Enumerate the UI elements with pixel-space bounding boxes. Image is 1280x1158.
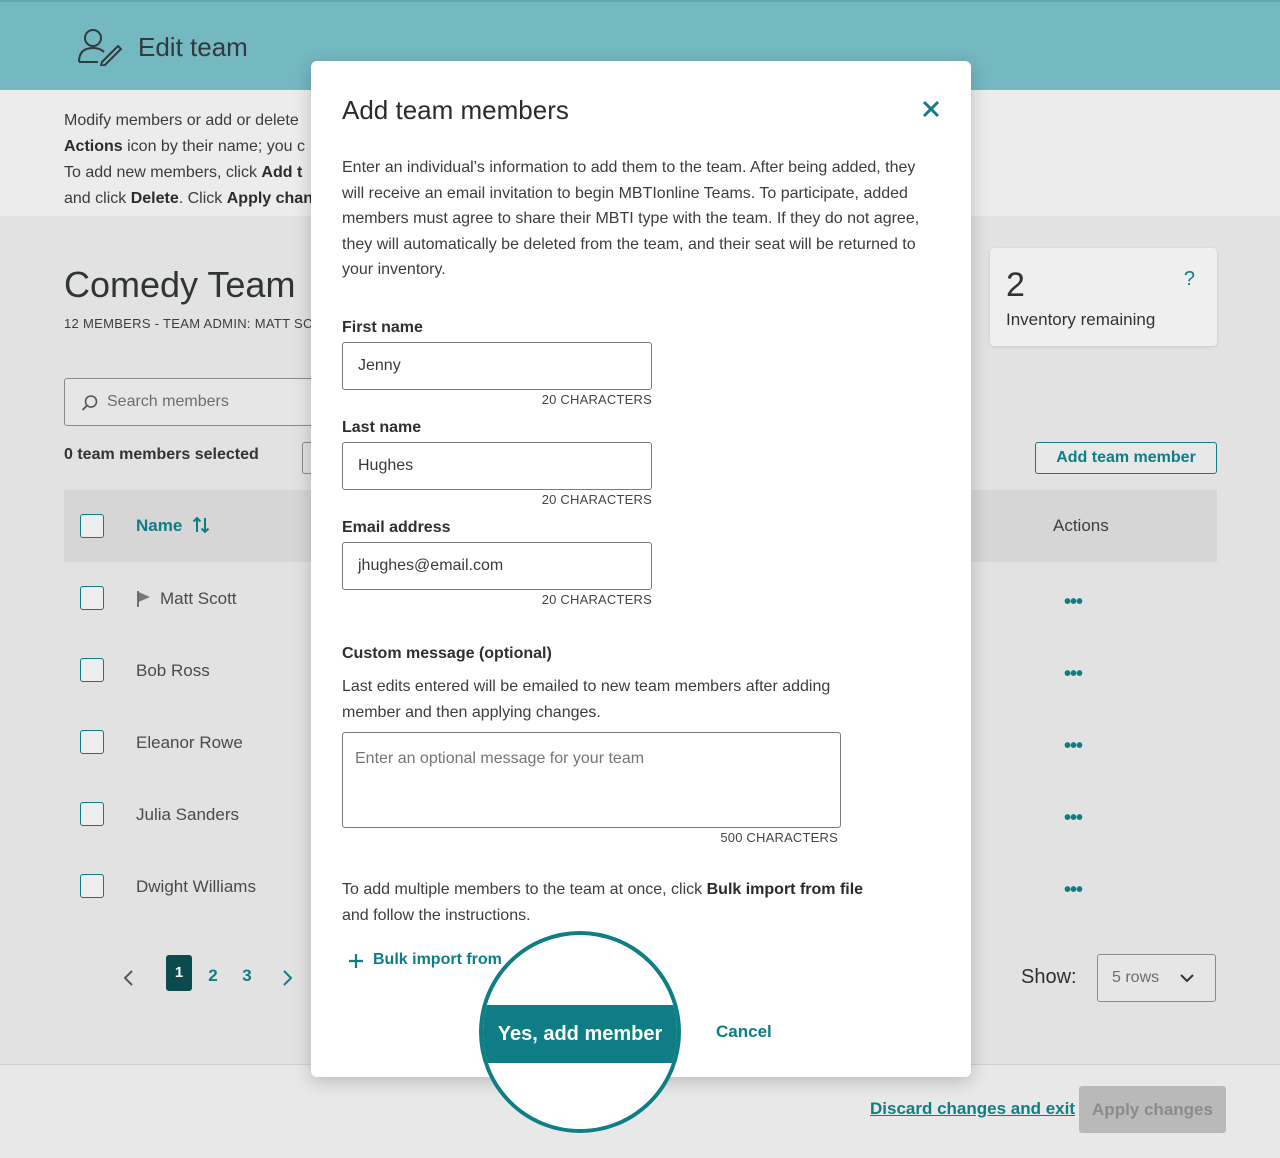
row-actions-icon[interactable]: ••• [1064,808,1083,828]
team-title: Comedy Team [64,264,296,305]
table-row: Dwight Williams [136,877,256,896]
team-meta: 12 MEMBERS - TEAM ADMIN: MATT SC [64,316,313,331]
page-2-button[interactable]: 2 [203,966,223,986]
cancel-button[interactable]: Cancel [716,1022,772,1042]
apply-changes-button[interactable]: Apply changes [1079,1086,1226,1133]
inventory-card: 2 ? Inventory remaining [990,248,1217,346]
first-name-char-limit: 20 CHARACTERS [541,392,652,407]
table-row: Julia Sanders [136,805,240,824]
close-icon[interactable] [921,99,941,119]
inventory-label: Inventory remaining [1006,310,1156,329]
chevron-right-icon[interactable] [280,968,294,988]
email-field[interactable]: jhughes@email.com [342,542,652,590]
last-name-field[interactable]: Hughes [342,442,652,490]
help-icon[interactable]: ? [1184,268,1195,291]
magnifier-highlight: Yes, add member [479,931,681,1133]
row-checkbox[interactable] [80,658,104,682]
first-name-field[interactable]: Jenny [342,342,652,390]
email-label: Email address [342,519,451,536]
custom-message-char-limit: 500 CHARACTERS [720,830,838,845]
user-edit-icon [78,29,122,66]
rows-per-page-select[interactable]: 5 rows [1097,954,1216,1002]
search-icon [81,395,98,411]
page-3-button[interactable]: 3 [237,966,257,986]
custom-message-placeholder: Enter an optional message for your team [355,750,645,767]
bulk-import-link[interactable]: Bulk import from [373,951,502,969]
column-actions-header: Actions [1053,516,1109,535]
row-actions-icon[interactable]: ••• [1064,592,1083,612]
first-name-label: First name [342,319,423,336]
rows-per-page-value: 5 rows [1112,969,1160,986]
add-team-members-modal: Add team members Enter an individual’s i… [311,61,971,1077]
inventory-count: 2 [1006,266,1025,304]
column-name-header[interactable]: Name [136,516,182,536]
row-checkbox[interactable] [80,874,104,898]
last-name-label: Last name [342,419,422,436]
select-all-checkbox[interactable] [80,514,104,538]
search-placeholder: Search members [107,393,229,410]
row-actions-icon[interactable]: ••• [1064,736,1083,756]
row-actions-icon[interactable]: ••• [1064,664,1083,684]
magnifier-bottom [483,1063,677,1129]
chevron-down-icon [1180,974,1194,983]
table-row: Matt Scott [160,589,237,608]
table-row: Eleanor Rowe [136,733,243,752]
row-actions-icon[interactable]: ••• [1064,880,1083,900]
custom-message-description: Last edits entered will be emailed to ne… [342,678,831,721]
modal-description: Enter an individual’s information to add… [342,159,920,278]
bulk-import-instructions: To add multiple members to the team at o… [342,881,864,924]
sort-icon[interactable] [192,516,210,534]
search-input[interactable]: Search members [64,378,324,426]
selected-count: 0 team members selected [64,446,259,463]
page-title: Edit team [138,32,248,62]
custom-message-label: Custom message (optional) [342,645,552,662]
flag-icon [137,591,150,607]
intro-text: Modify members or add or delete Actions … [64,112,313,207]
show-rows-label: Show: [1021,966,1077,988]
modal-title: Add team members [342,95,569,125]
table-row: Bob Ross [136,661,210,680]
yes-add-member-button[interactable]: Yes, add member [483,1005,677,1063]
email-char-limit: 20 CHARACTERS [541,592,652,607]
last-name-char-limit: 20 CHARACTERS [541,492,652,507]
discard-changes-link[interactable]: Discard changes and exit [870,1099,1075,1119]
page-1-button[interactable]: 1 [166,955,192,991]
add-team-member-button[interactable]: Add team member [1035,442,1217,474]
row-checkbox[interactable] [80,730,104,754]
chevron-left-icon[interactable] [122,968,136,988]
custom-message-textarea[interactable]: Enter an optional message for your team [342,732,841,828]
row-checkbox[interactable] [80,586,104,610]
plus-icon [349,954,363,968]
row-checkbox[interactable] [80,802,104,826]
